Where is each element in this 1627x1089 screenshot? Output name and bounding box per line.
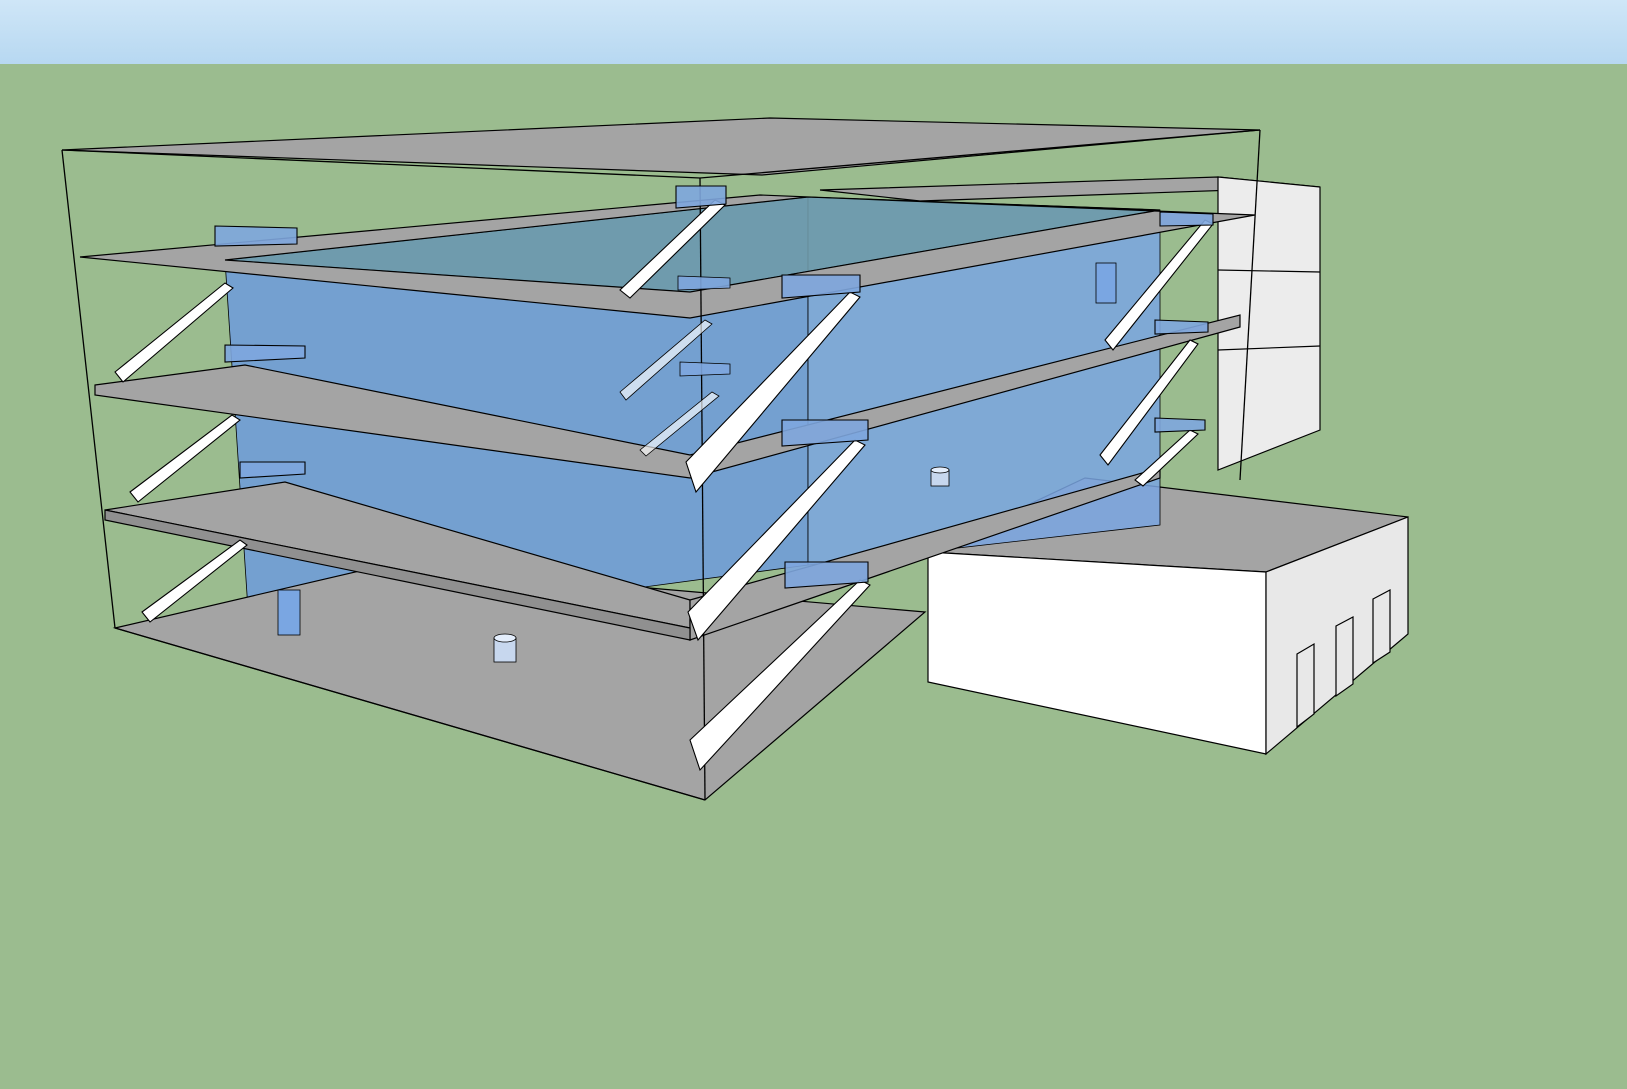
interior-door	[277, 589, 301, 636]
scene-canvas[interactable]	[0, 0, 1627, 1089]
cylinder-object	[493, 633, 517, 663]
3d-viewport[interactable]	[0, 0, 1627, 1089]
cylinder-object	[930, 466, 950, 487]
annex-door	[1335, 616, 1354, 698]
interior-door	[1095, 262, 1117, 304]
sky	[0, 0, 1627, 64]
annex-door	[1296, 642, 1315, 729]
annex-door	[1372, 589, 1391, 665]
